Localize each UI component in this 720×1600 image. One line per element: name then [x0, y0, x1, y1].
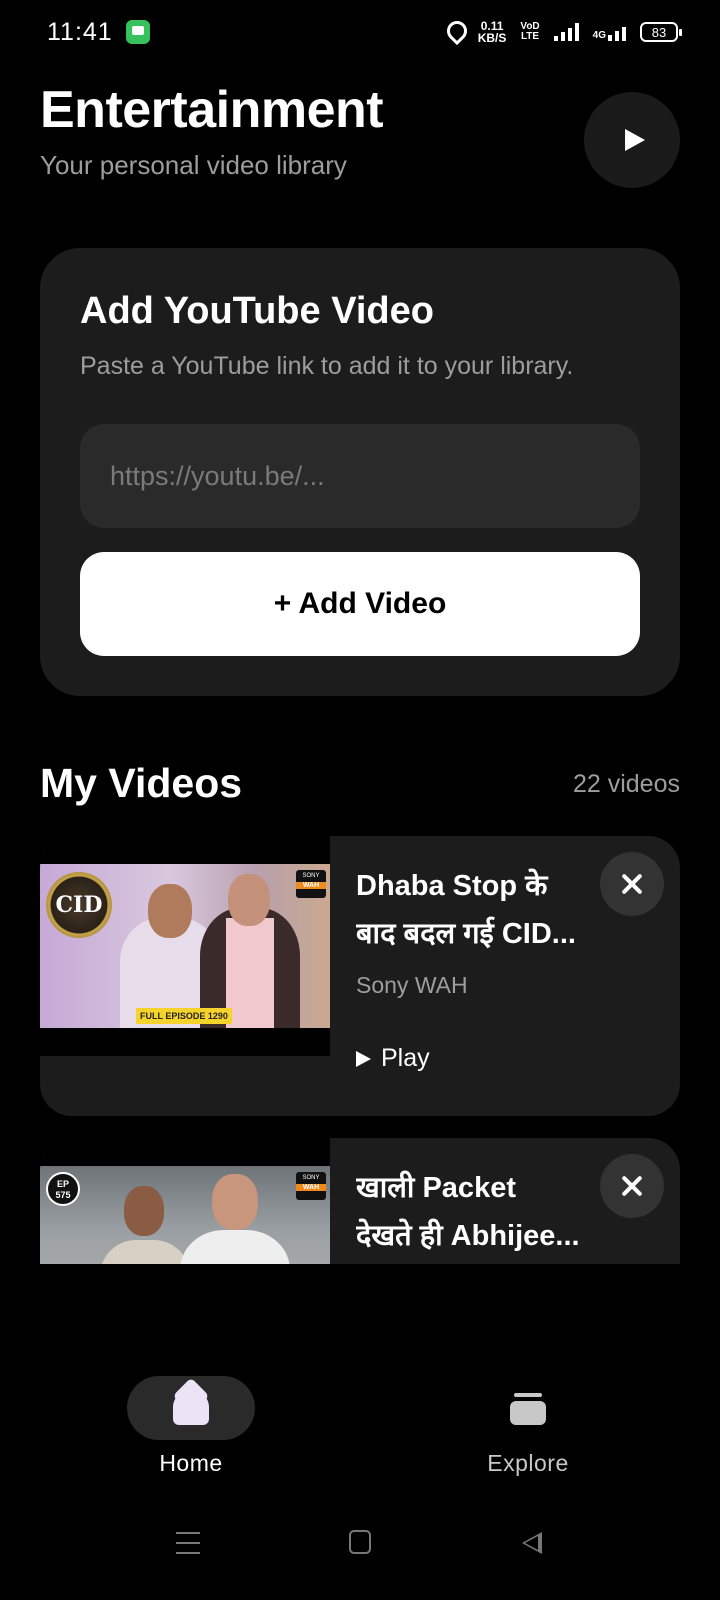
video-title-line: Dhaba Stop के: [356, 870, 548, 902]
add-card-title: Add YouTube Video: [80, 290, 434, 332]
system-home-icon[interactable]: [349, 1530, 371, 1554]
network-type: 4G: [592, 30, 606, 41]
my-videos-title: My Videos: [40, 760, 243, 806]
back-icon[interactable]: [522, 1532, 542, 1554]
play-video-button[interactable]: Play: [356, 1044, 430, 1073]
add-card-description: Paste a YouTube link to add it to your l…: [80, 352, 574, 380]
video-card[interactable]: EP 575 SONY WAH खाली Packet देखते ही Abh…: [40, 1138, 680, 1264]
remove-video-button[interactable]: [600, 852, 664, 916]
play-label: Play: [381, 1044, 430, 1072]
video-title-line: खाली Packet: [356, 1172, 516, 1204]
cid-logo: CID: [46, 872, 112, 938]
play-icon: [356, 1050, 371, 1067]
youtube-url-input[interactable]: [80, 424, 640, 528]
video-thumbnail[interactable]: CID SONY WAH FULL EPISODE 1290: [40, 836, 330, 1056]
nav-home-label: Home: [159, 1450, 223, 1476]
video-count: 22 videos: [572, 770, 680, 798]
video-card[interactable]: CID SONY WAH FULL EPISODE 1290 Dhaba Sto…: [40, 836, 680, 1116]
messaging-app-icon: [126, 20, 150, 44]
video-list: CID SONY WAH FULL EPISODE 1290 Dhaba Sto…: [40, 836, 680, 1264]
sony-wah-logo: SONY WAH: [296, 1172, 326, 1200]
video-title-line: बाद बदल गई CID...: [356, 918, 576, 950]
volte-bottom: LTE: [520, 31, 540, 42]
status-time: 11:41: [47, 18, 113, 46]
play-all-button[interactable]: [584, 92, 680, 188]
signal-strength-icon: [553, 23, 579, 41]
home-icon: [173, 1391, 209, 1425]
video-title-line: देखते ही Abhijee...: [356, 1220, 580, 1252]
nav-explore-label: Explore: [487, 1450, 569, 1476]
battery-icon: 83: [640, 22, 682, 42]
nav-home[interactable]: Home: [91, 1376, 291, 1477]
close-icon: [621, 1175, 643, 1197]
page-title: Entertainment: [40, 81, 384, 139]
video-channel: Sony WAH: [356, 972, 468, 998]
battery-level: 83: [651, 24, 667, 40]
episode-label: FULL EPISODE 1290: [136, 1008, 232, 1024]
secondary-signal-icon: 4G: [593, 23, 626, 41]
video-thumbnail[interactable]: EP 575 SONY WAH: [40, 1138, 330, 1264]
nav-explore-pill[interactable]: [464, 1376, 592, 1440]
video-title: खाली Packet देखते ही Abhijee...: [356, 1164, 604, 1260]
volte-badge: VoD LTE: [520, 22, 539, 42]
nav-explore[interactable]: Explore: [428, 1376, 628, 1477]
network-speed: 0.11 KB/S: [478, 20, 507, 44]
network-speed-unit: KB/S: [477, 31, 507, 45]
nav-home-pill[interactable]: [127, 1376, 255, 1440]
status-indicators: 0.11 KB/S VoD LTE 4G 83: [446, 16, 682, 48]
status-bar: 11:41 0.11 KB/S VoD LTE 4G 83: [0, 0, 720, 64]
close-icon: [621, 873, 643, 895]
page-subtitle: Your personal video library: [40, 150, 347, 180]
episode-badge: EP 575: [46, 1172, 80, 1206]
video-title: Dhaba Stop के बाद बदल गई CID...: [356, 862, 604, 958]
sony-wah-logo: SONY WAH: [296, 870, 326, 898]
add-video-button[interactable]: + Add Video: [80, 552, 640, 656]
system-navigation-bar: [0, 1530, 720, 1580]
collections-icon: [510, 1393, 546, 1425]
add-video-card: Add YouTube Video Paste a YouTube link t…: [40, 248, 680, 696]
play-icon: [625, 129, 645, 151]
location-icon: [446, 21, 464, 43]
recent-apps-icon[interactable]: [176, 1532, 200, 1554]
remove-video-button[interactable]: [600, 1154, 664, 1218]
bottom-navigation: Home Explore: [0, 1360, 720, 1480]
